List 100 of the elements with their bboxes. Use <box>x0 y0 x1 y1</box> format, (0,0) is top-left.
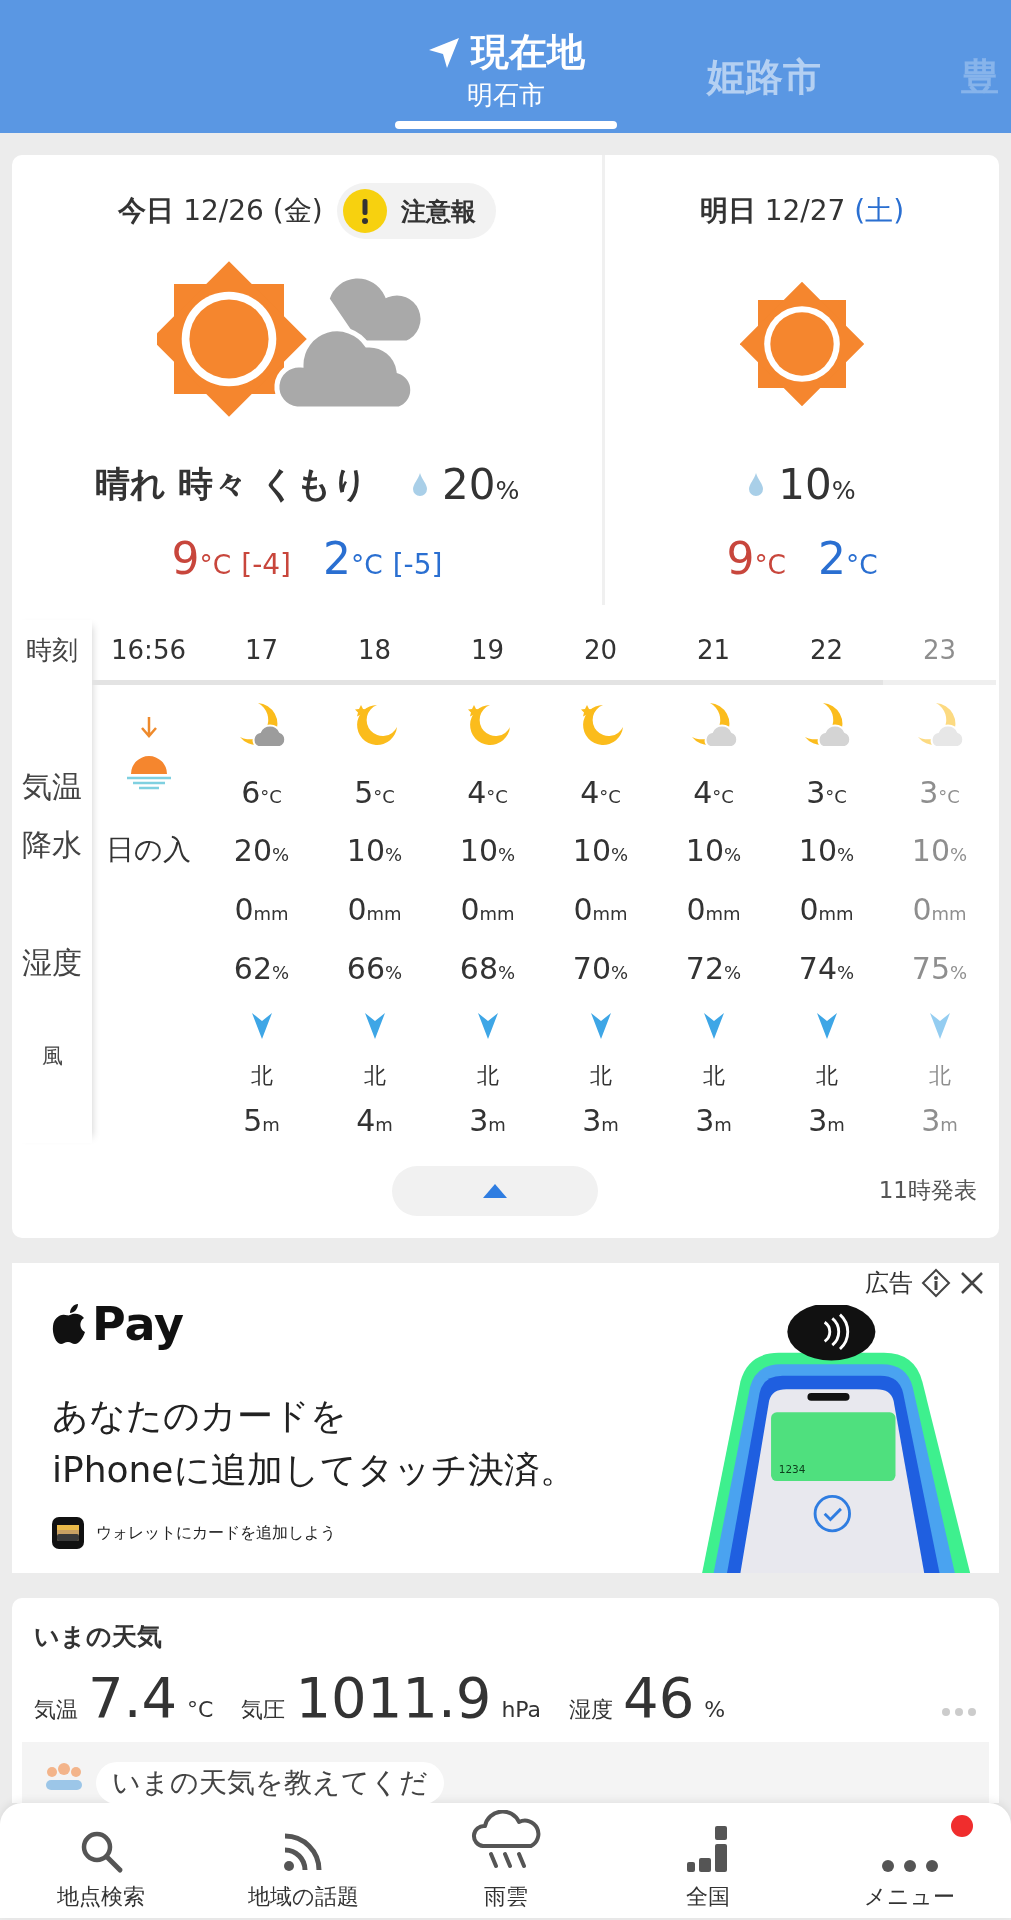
wind-speed: 3 m <box>582 1103 619 1138</box>
hour-time: 16:56 <box>111 635 186 665</box>
low-temp: 2°C <box>818 533 878 584</box>
hour-temp: 6°C <box>241 775 282 810</box>
wind-speed: 3 m <box>695 1103 732 1138</box>
precip-chance: 20% <box>442 459 520 509</box>
raindrop-icon <box>748 472 765 496</box>
day-label: 今日 12/26 (金) <box>118 193 323 229</box>
hour-temp: 4°C <box>580 775 621 810</box>
sunset-icon <box>124 753 173 790</box>
wind-direction: 北 <box>815 1061 838 1090</box>
wind-direction: 北 <box>363 1061 386 1090</box>
hour-temp: 3°C <box>806 775 847 810</box>
reading-value: 7.4 <box>88 1665 178 1730</box>
people-icon <box>44 1762 84 1792</box>
ad-label: 広告 <box>865 1268 913 1299</box>
wind-direction: 北 <box>589 1061 612 1090</box>
hour-humidity: 62% <box>233 950 290 986</box>
hour-time: 17 <box>244 635 279 665</box>
wallet-icon <box>52 1517 84 1549</box>
hour-humidity: 70% <box>572 950 629 986</box>
wind-speed: 3 m <box>469 1103 506 1138</box>
wind-speed: 3 m <box>921 1103 958 1138</box>
brand-name: Pay <box>92 1297 185 1351</box>
precip-chance: 10% <box>778 459 856 509</box>
day-label: 明日 12/27 (土) <box>699 193 905 229</box>
close-icon[interactable] <box>959 1270 985 1296</box>
row-label: 降水 <box>22 825 82 864</box>
hour-precip: 10% <box>572 832 629 868</box>
hour-time: 18 <box>357 635 392 665</box>
wind-arrow-icon <box>476 1011 499 1040</box>
hour-precip: 10% <box>685 832 742 868</box>
apple-logo-icon <box>52 1303 88 1345</box>
hour-rain: 0mm <box>686 891 741 927</box>
high-temp-diff: [-4] <box>241 548 291 581</box>
high-temp: 9°C <box>726 533 786 584</box>
hour-humidity: 72% <box>685 950 742 986</box>
wind-speed: 4m <box>356 1103 393 1138</box>
exclamation-icon <box>342 189 387 233</box>
reading-unit: hPa <box>501 1697 542 1722</box>
weather-report-prompt[interactable]: いまの天気を教えてくだ <box>96 1762 444 1803</box>
card-number: 1234 <box>778 1463 806 1476</box>
wind-speed: 3 m <box>808 1103 845 1138</box>
hour-temp: 4°C <box>693 775 734 810</box>
hour-temp: 5°C <box>354 775 395 810</box>
wind-arrow-icon <box>363 1011 386 1040</box>
hour-humidity: 75% <box>911 950 968 986</box>
low-temp: 2°C <box>323 533 383 584</box>
row-label: 時刻 <box>26 633 78 667</box>
wind-direction: 北 <box>476 1061 499 1090</box>
down-arrow-icon <box>139 715 158 738</box>
reading-label: 気温 <box>34 1696 78 1724</box>
reading-unit: °C <box>187 1697 214 1722</box>
nav-tab[interactable]: 地域の話題 <box>202 1803 405 1918</box>
hour-humidity: 66% <box>346 950 403 986</box>
location-arrow-icon <box>427 35 461 70</box>
warning-badge[interactable]: 注意報 <box>336 183 496 239</box>
ad-cta[interactable]: ウォレットにカードを追加しよう <box>96 1522 336 1544</box>
hour-time: 21 <box>696 635 731 665</box>
nav-tab[interactable]: 地点検索 <box>0 1803 203 1918</box>
weather-text: 晴れ 時々 くもり <box>94 462 368 506</box>
reading-value: 1011.9 <box>295 1665 492 1730</box>
reading-label: 湿度 <box>569 1696 614 1724</box>
hour-rain: 0mm <box>912 891 967 927</box>
hour-time: 23 <box>922 635 957 665</box>
hour-rain: 0mm <box>347 891 402 927</box>
hour-rain: 0mm <box>573 891 628 927</box>
ad-headline: あなたのカードを iPhoneに追加してタッチ決済。 <box>52 1394 577 1492</box>
low-temp-diff: [-5] <box>392 548 443 581</box>
row-label: 湿度 <box>22 943 82 982</box>
hour-temp: 3°C <box>919 775 960 810</box>
hour-temp: 4°C <box>467 775 508 810</box>
high-temp: 9°C <box>171 533 232 584</box>
more-icon <box>879 1858 940 1874</box>
wind-direction: 北 <box>702 1061 725 1090</box>
reading-label: 気圧 <box>241 1696 286 1724</box>
wind-speed: 5 m <box>243 1103 280 1138</box>
hour-precip: 10% <box>459 832 516 868</box>
hour-rain: 0mm <box>460 891 515 927</box>
reading-value: 46 <box>623 1665 695 1730</box>
wind-arrow-icon <box>928 1011 951 1040</box>
hour-time: 19 <box>470 635 505 665</box>
row-label: 気温 <box>22 768 82 806</box>
hour-time: 20 <box>583 635 618 665</box>
hour-rain: 0mm <box>799 891 854 927</box>
nav-tab[interactable]: メニュー <box>808 1803 1011 1918</box>
wind-direction: 北 <box>928 1061 951 1090</box>
nav-tab[interactable]: 全国 <box>606 1803 809 1918</box>
hour-humidity: 68% <box>459 950 516 986</box>
hour-precip: 10% <box>798 832 855 868</box>
nav-tab[interactable]: 雨雲 <box>404 1803 607 1918</box>
sunset-label: 日の入 <box>106 832 191 868</box>
row-label: 風 <box>41 1042 63 1070</box>
hour-rain: 0mm <box>234 891 289 927</box>
wind-arrow-icon <box>250 1011 273 1040</box>
hour-precip: 10% <box>911 832 968 868</box>
hour-precip: 20% <box>233 832 290 868</box>
hour-humidity: 74% <box>798 950 855 986</box>
hour-precip: 10% <box>346 832 403 868</box>
info-icon[interactable] <box>921 1268 951 1298</box>
